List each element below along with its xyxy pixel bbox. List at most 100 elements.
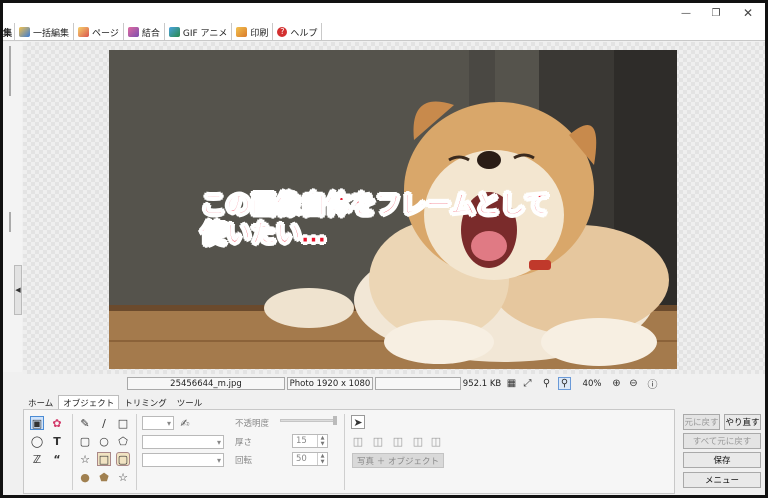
freehand-icon[interactable]: ✎	[78, 416, 92, 430]
tab-label: 結合	[141, 28, 160, 39]
speech-bubble-icon[interactable]: ◯	[30, 434, 44, 448]
align-icon[interactable]: ◫	[429, 434, 443, 448]
eyedropper-icon[interactable]: ✍	[178, 416, 192, 430]
title-bar: — ❐ ✕	[3, 3, 765, 23]
tab-batch-edit[interactable]: 一括編集	[15, 23, 75, 41]
ribbon-tab-home[interactable]: ホーム	[23, 395, 58, 410]
photo-caption-text: この画像自体をフレームとして 使いたい…	[201, 190, 551, 249]
text-effect-icon[interactable]: ℤ	[30, 452, 44, 466]
line-style-dropdown[interactable]: ▾	[142, 435, 224, 449]
filled-pentagon-icon[interactable]: ⬟	[97, 470, 111, 484]
transparency-grid-icon[interactable]: ▦	[505, 377, 518, 390]
ellipse-icon[interactable]: ○	[97, 434, 111, 448]
tab-edit[interactable]: 集	[3, 23, 16, 41]
rotation-label: 回転	[235, 456, 253, 466]
text-icon[interactable]: T	[50, 434, 64, 448]
rectangle-icon[interactable]: □	[116, 416, 130, 430]
line-icon[interactable]: ∕	[97, 416, 111, 430]
tab-combine[interactable]: 結合	[124, 23, 165, 41]
group-separator	[344, 414, 345, 490]
panel-expand-handle[interactable]: ◀	[14, 265, 22, 315]
image-object-icon[interactable]: ▣	[30, 416, 44, 430]
group-separator	[136, 414, 137, 490]
left-panel-strip: ◀	[3, 42, 22, 372]
filled-rounded-rectangle-icon[interactable]: ▢	[116, 452, 130, 466]
outline-star-icon[interactable]: ☆	[116, 470, 130, 484]
zoom-level: 40%	[582, 378, 602, 389]
undo-button[interactable]: 元に戻す	[683, 414, 720, 430]
status-filesize: 952.1 KB	[462, 378, 502, 389]
layer-back-icon[interactable]: ◫	[411, 434, 425, 448]
print-icon	[236, 27, 248, 37]
minimize-icon[interactable]: —	[671, 3, 701, 23]
rotation-value: 50	[296, 454, 307, 464]
combine-icon	[127, 27, 139, 37]
tab-label: 集	[3, 28, 13, 39]
fit-to-window-icon[interactable]: ⤢	[521, 377, 534, 390]
status-image-info: Photo 1920 x 1080	[287, 377, 373, 390]
ribbon-tab-bar: ホーム オブジェクト トリミング ツール	[23, 395, 207, 410]
ribbon-tab-tools[interactable]: ツール	[172, 395, 208, 410]
quote-icon[interactable]: “	[50, 452, 64, 466]
menu-button[interactable]: メニュー	[683, 472, 761, 488]
info-icon[interactable]: ⓘ	[646, 377, 659, 391]
filled-rectangle-icon[interactable]: □	[97, 452, 111, 466]
filled-ellipse-icon[interactable]: ●	[78, 470, 92, 484]
tab-label: GIF アニメ	[182, 28, 228, 39]
undo-all-button[interactable]: すべて元に戻す	[683, 433, 761, 449]
pentagon-icon[interactable]: ⬠	[116, 434, 130, 448]
spinner-arrows-icon[interactable]: ▲ ▼	[317, 453, 327, 465]
tab-print[interactable]: 印刷	[232, 23, 274, 41]
photo-plus-object-button[interactable]: 写真 ＋ オブジェクト	[352, 453, 444, 468]
object-ribbon-panel: ▣ ✿ ◯ T ℤ “ ✎ ∕ □ ▢ ○ ⬠ ☆ □ ▢ ● ⬟ ☆ ▾ ✍ …	[23, 409, 675, 494]
thickness-label: 厚さ	[235, 438, 253, 448]
page-icon	[78, 27, 90, 37]
ribbon-tab-object[interactable]: オブジェクト	[58, 395, 120, 410]
scroll-indicator	[9, 212, 11, 232]
caption-line: 使いたい…	[201, 219, 327, 249]
opacity-label: 不透明度	[235, 419, 270, 429]
group-separator	[72, 414, 73, 490]
star-icon[interactable]: ☆	[78, 452, 92, 466]
help-icon: ?	[277, 27, 288, 37]
restore-icon[interactable]: ❐	[701, 3, 731, 23]
opacity-slider[interactable]	[280, 416, 337, 425]
edited-photo[interactable]: この画像自体をフレームとして 使いたい…	[109, 50, 677, 369]
tab-gif-animation[interactable]: GIF アニメ	[165, 23, 233, 41]
layer-forward-icon[interactable]: ◫	[371, 434, 385, 448]
layer-front-icon[interactable]: ◫	[351, 434, 365, 448]
zoom-in-icon[interactable]: ⊕	[610, 377, 623, 390]
select-cursor-icon[interactable]: ➤	[351, 415, 365, 429]
status-empty-field	[375, 377, 461, 390]
actual-size-icon[interactable]: ⚲	[540, 377, 553, 390]
rounded-rectangle-icon[interactable]: ▢	[78, 434, 92, 448]
tab-help[interactable]: ? ヘルプ	[273, 23, 323, 41]
app-window: — ❐ ✕ 集 一括編集 ページ 結合 GIF アニメ 印刷 ? ヘルプ ◀ こ…	[0, 0, 768, 498]
zoom-fit-icon[interactable]: ⚲	[558, 377, 571, 390]
fill-style-dropdown[interactable]: ▾	[142, 453, 224, 467]
slider-knob[interactable]	[333, 416, 337, 425]
spinner-arrows-icon[interactable]: ▲ ▼	[317, 435, 327, 447]
ribbon-tab-trimming[interactable]: トリミング	[119, 395, 172, 410]
status-filename: 25456644_m.jpg	[127, 377, 285, 390]
gif-animation-icon	[168, 27, 180, 37]
layer-backward-icon[interactable]: ◫	[391, 434, 405, 448]
tab-label: ヘルプ	[290, 28, 318, 39]
main-tab-bar: 集 一括編集 ページ 結合 GIF アニメ 印刷 ? ヘルプ	[3, 23, 765, 41]
tab-label: ページ	[92, 28, 119, 39]
zoom-out-icon[interactable]: ⊖	[627, 377, 640, 390]
tab-label: 一括編集	[33, 28, 70, 39]
save-button[interactable]: 保存	[683, 452, 761, 468]
tab-label: 印刷	[250, 28, 269, 39]
caption-line: この画像自体をフレームとして	[201, 190, 551, 220]
redo-button[interactable]: やり直す	[724, 414, 761, 430]
status-bar: 25456644_m.jpg Photo 1920 x 1080 952.1 K…	[23, 374, 765, 392]
image-canvas[interactable]: この画像自体をフレームとして 使いたい…	[23, 42, 765, 374]
tab-page[interactable]: ページ	[74, 23, 124, 41]
thickness-spinner[interactable]: 15 ▲ ▼	[292, 434, 328, 448]
close-icon[interactable]: ✕	[733, 3, 763, 23]
color-picker-dropdown[interactable]: ▾	[142, 416, 174, 430]
sticker-icon[interactable]: ✿	[50, 416, 64, 430]
rotation-spinner[interactable]: 50 ▲ ▼	[292, 452, 328, 466]
thickness-value: 15	[296, 436, 307, 446]
